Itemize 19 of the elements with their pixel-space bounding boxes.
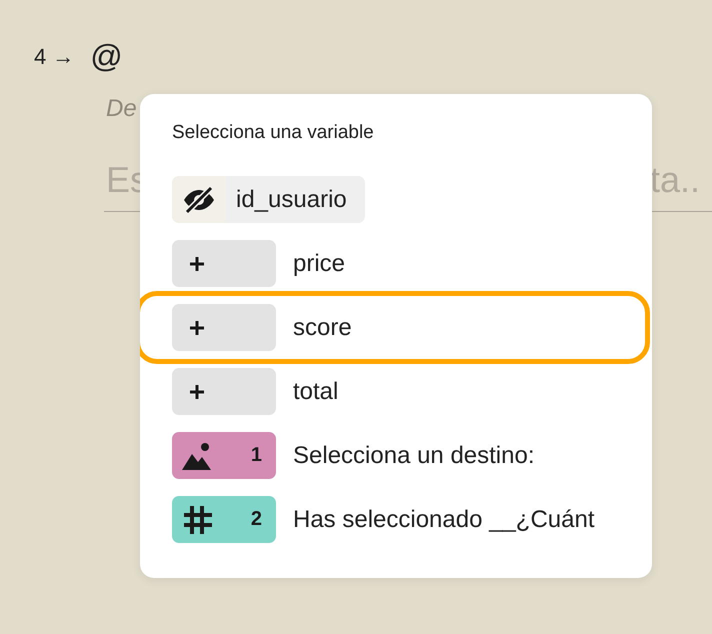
mention-symbol: @	[90, 38, 123, 75]
description-text: De	[106, 95, 137, 123]
menu-item[interactable]: price	[172, 240, 652, 287]
menu-item[interactable]: id_usuario	[172, 176, 652, 223]
plus-icon	[188, 254, 206, 272]
step-number: 4	[34, 44, 46, 70]
menu-item[interactable]: 2 Has seleccionado __¿Cuánt	[172, 496, 652, 543]
menu-item[interactable]: total	[172, 368, 652, 415]
hash-icon	[182, 504, 214, 536]
variable-chip: id_usuario	[172, 176, 365, 223]
arrow-symbol: →	[52, 44, 74, 70]
menu-title: Selecciona una variable	[172, 122, 374, 144]
image-chip: 1	[172, 432, 276, 479]
number-chip: 2	[172, 496, 276, 543]
menu-item[interactable]: 1 Selecciona un destino:	[172, 432, 652, 479]
plus-icon	[188, 318, 206, 336]
plus-icon	[188, 382, 206, 400]
image-icon	[182, 442, 214, 470]
eye-off-icon	[182, 186, 216, 214]
